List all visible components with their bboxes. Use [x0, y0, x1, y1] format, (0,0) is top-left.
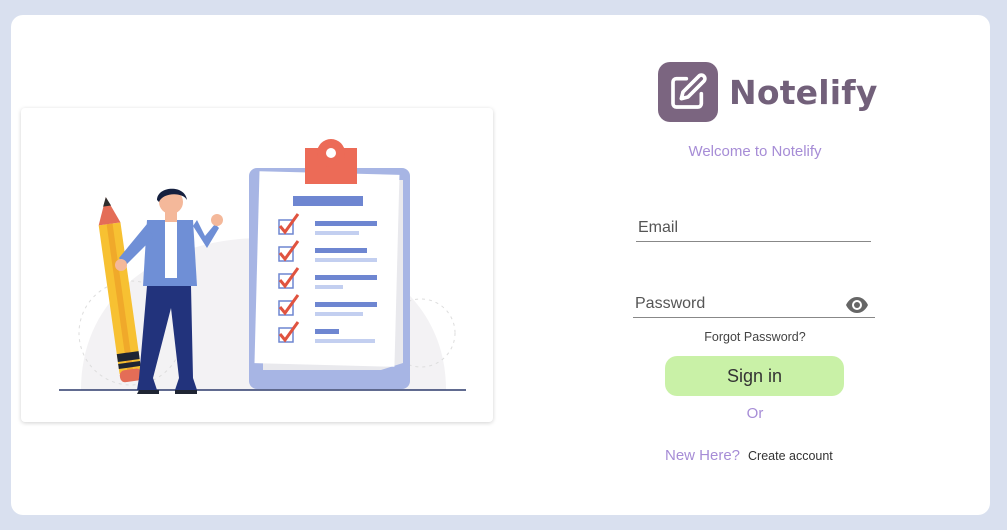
login-card: Notelify Welcome to Notelify Forgot Pass…	[11, 15, 990, 515]
password-input[interactable]	[633, 295, 877, 317]
password-field	[633, 295, 877, 320]
hero-illustration	[21, 108, 493, 422]
eye-icon[interactable]	[845, 295, 869, 320]
checklist-person-illustration	[59, 139, 466, 394]
sign-in-button[interactable]: Sign in	[665, 356, 844, 396]
app-name: Notelify	[729, 73, 878, 112]
app-logo	[658, 62, 718, 122]
clip-hole	[326, 148, 336, 158]
new-here-text: New Here?	[665, 447, 741, 464]
checklist-title-bar	[293, 196, 363, 206]
email-input[interactable]	[636, 219, 873, 241]
email-field	[636, 219, 873, 242]
create-account-link[interactable]: Create account	[748, 449, 833, 463]
welcome-text: Welcome to Notelify	[688, 143, 822, 160]
edit-note-icon	[671, 73, 707, 109]
forgot-password-link[interactable]: Forgot Password?	[611, 330, 899, 344]
or-separator: Or	[746, 405, 764, 422]
